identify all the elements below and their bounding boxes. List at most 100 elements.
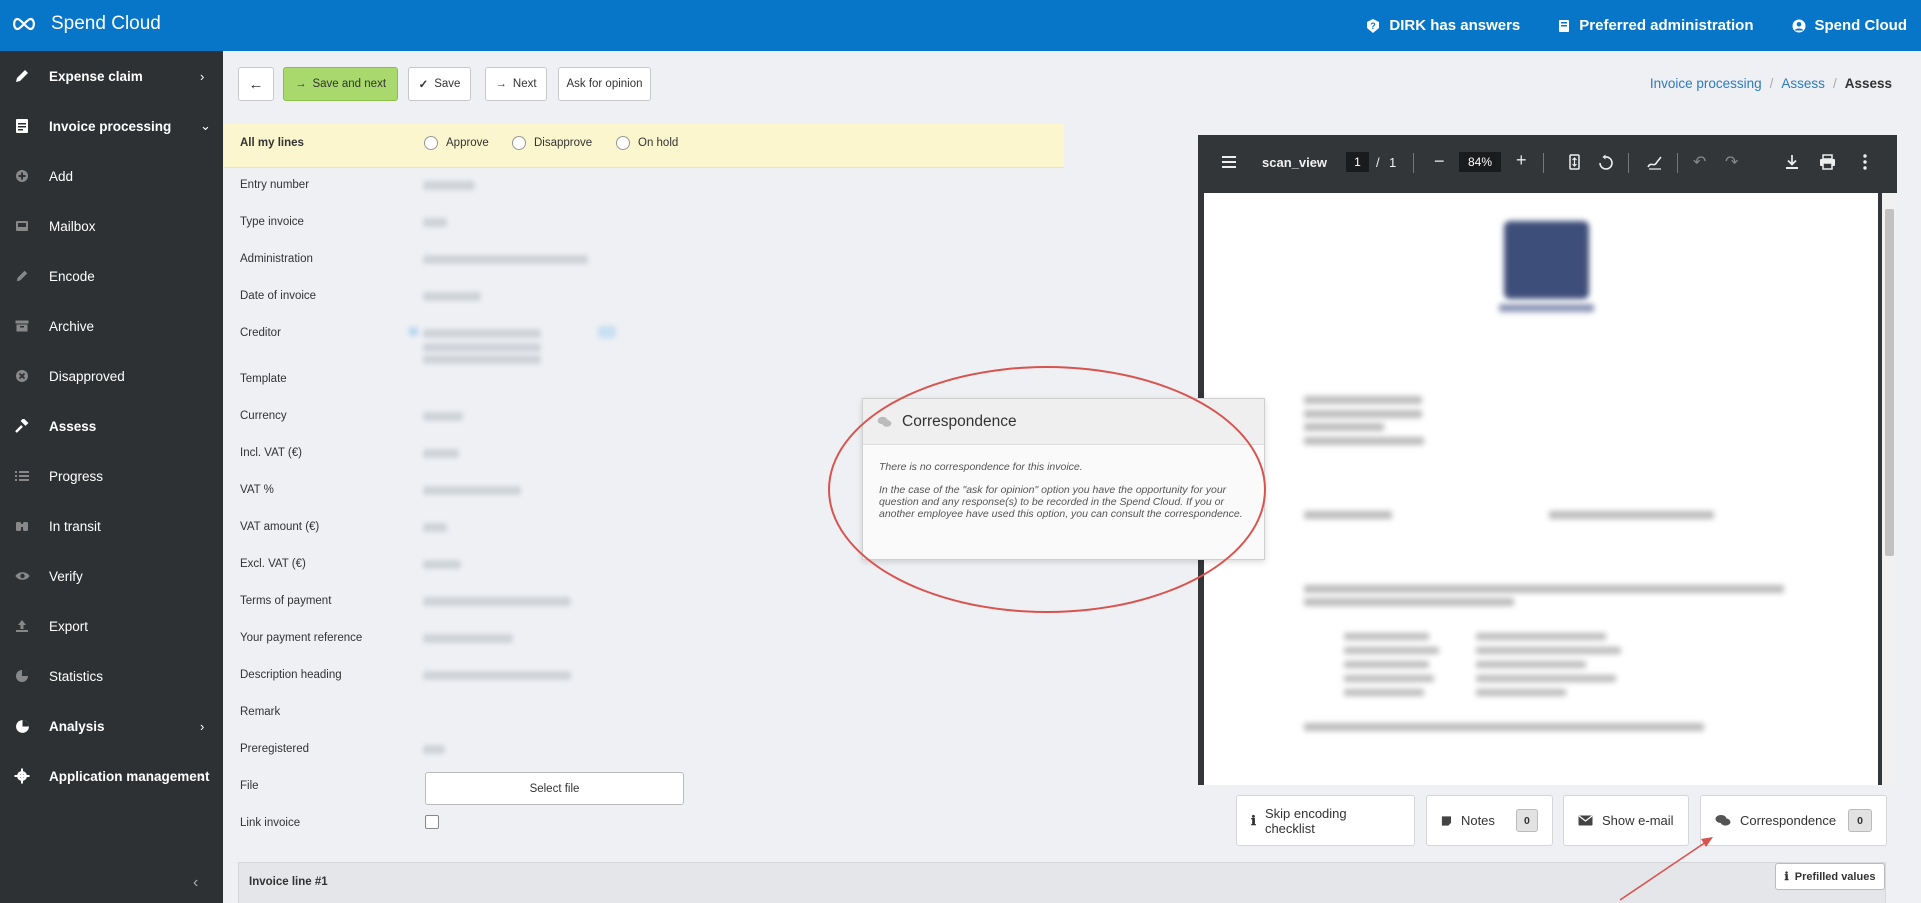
brand[interactable]: Spend Cloud xyxy=(11,13,161,35)
arrow-right-icon: → xyxy=(495,78,507,90)
blurred-text xyxy=(1304,410,1422,418)
sidebar-item-in-transit[interactable]: In transit xyxy=(0,501,223,551)
save-and-next-button[interactable]: → Save and next xyxy=(283,67,398,101)
collapse-sidebar-button[interactable]: ‹ xyxy=(193,874,198,892)
sidebar-item-statistics[interactable]: Statistics xyxy=(0,651,223,701)
ask-for-opinion-button[interactable]: Ask for opinion xyxy=(558,67,651,101)
sidebar-item-disapproved[interactable]: Disapproved xyxy=(0,351,223,401)
radio-circle[interactable] xyxy=(512,136,526,150)
page-number-input[interactable]: 1 xyxy=(1346,152,1369,172)
disapprove-radio[interactable]: Disapprove xyxy=(512,136,592,150)
blurred-value xyxy=(423,597,571,606)
blurred-text xyxy=(1304,598,1514,606)
sidebar-item-application-management[interactable]: Application management › xyxy=(0,751,223,801)
x-circle-icon xyxy=(14,368,30,384)
select-file-button[interactable]: Select file xyxy=(425,772,684,805)
save-label: Save xyxy=(434,78,461,90)
field-label-preregistered: Preregistered xyxy=(240,743,310,755)
breadcrumb: Invoice processing / Assess / Assess xyxy=(1650,76,1892,91)
approve-label: Approve xyxy=(446,137,489,149)
sidebar-item-verify[interactable]: Verify xyxy=(0,551,223,601)
field-label-description-heading: Description heading xyxy=(240,669,342,681)
sidebar-item-add[interactable]: Add xyxy=(0,151,223,201)
zoom-out-icon[interactable]: − xyxy=(1434,151,1445,172)
pdf-scrollbar[interactable] xyxy=(1882,193,1897,785)
blurred-value xyxy=(423,329,541,338)
arrow-left-icon: ← xyxy=(248,75,264,93)
print-icon[interactable] xyxy=(1819,154,1836,170)
sidebar-item-analysis[interactable]: Analysis › xyxy=(0,701,223,751)
breadcrumb-invoice-processing[interactable]: Invoice processing xyxy=(1650,76,1762,91)
archive-icon xyxy=(14,318,30,334)
sidebar-item-invoice-processing[interactable]: Invoice processing ⌄ xyxy=(0,101,223,151)
sidebar-item-export[interactable]: Export xyxy=(0,601,223,651)
pencil-icon xyxy=(14,268,30,284)
notes-button[interactable]: Notes 0 xyxy=(1426,795,1553,846)
redo-icon[interactable]: ↷ xyxy=(1725,152,1738,172)
all-my-lines-label: All my lines xyxy=(240,137,304,149)
company-logo xyxy=(1504,221,1589,299)
more-options-icon[interactable] xyxy=(1863,154,1867,170)
draw-icon[interactable] xyxy=(1647,155,1663,170)
sidebar-item-label: In transit xyxy=(49,518,101,534)
field-label-type-invoice: Type invoice xyxy=(240,216,304,228)
radio-circle[interactable] xyxy=(616,136,630,150)
sidebar-item-label: Statistics xyxy=(49,668,104,684)
field-label-link-invoice: Link invoice xyxy=(240,817,301,829)
sidebar-item-expense-claim[interactable]: Expense claim › xyxy=(0,51,223,101)
prefilled-values-label: Prefilled values xyxy=(1794,870,1876,883)
sidebar-item-mailbox[interactable]: Mailbox xyxy=(0,201,223,251)
sidebar-item-encode[interactable]: Encode xyxy=(0,251,223,301)
ask-for-opinion-label: Ask for opinion xyxy=(566,78,643,90)
sidebar-item-label: Archive xyxy=(49,318,95,334)
correspondence-button[interactable]: Correspondence 0 xyxy=(1700,795,1887,846)
rotate-icon[interactable] xyxy=(1597,154,1614,171)
menu-icon[interactable] xyxy=(1222,156,1236,168)
invoice-line-title: Invoice line #1 xyxy=(249,876,328,888)
link-invoice-checkbox[interactable] xyxy=(425,815,439,829)
radio-circle[interactable] xyxy=(424,136,438,150)
annotation-ellipse xyxy=(828,366,1266,613)
field-label-excl-vat: Excl. VAT (€) xyxy=(240,558,306,570)
zoom-level[interactable]: 84% xyxy=(1459,152,1501,172)
field-label-entry-number: Entry number xyxy=(240,179,310,191)
gavel-icon xyxy=(14,418,30,434)
top-bar: Spend Cloud ? DIRK has answers Preferred… xyxy=(0,0,1921,51)
sidebar-item-assess[interactable]: Assess xyxy=(0,401,223,451)
approve-radio[interactable]: Approve xyxy=(424,136,489,150)
user-menu[interactable]: Spend Cloud xyxy=(1792,17,1907,34)
fit-page-icon[interactable] xyxy=(1569,154,1580,170)
breadcrumb-assess[interactable]: Assess xyxy=(1781,76,1825,91)
preferred-administration-link[interactable]: Preferred administration xyxy=(1558,17,1754,34)
zoom-in-icon[interactable]: + xyxy=(1516,150,1527,171)
save-button[interactable]: ✓ Save xyxy=(408,67,471,101)
field-label-creditor: Creditor xyxy=(240,327,281,339)
disapprove-label: Disapprove xyxy=(534,137,593,149)
svg-text:?: ? xyxy=(1371,21,1377,31)
skip-encoding-checklist-button[interactable]: ℹ Skip encoding checklist xyxy=(1236,795,1415,846)
help-link[interactable]: ? DIRK has answers xyxy=(1366,17,1520,34)
field-label-file: File xyxy=(240,780,259,792)
next-button[interactable]: → Next xyxy=(485,67,547,101)
on-hold-radio[interactable]: On hold xyxy=(616,136,678,150)
blurred-value xyxy=(423,343,541,352)
pdf-viewer: scan_view 1 / 1 − 84% + ↶ ↷ xyxy=(1198,135,1897,785)
document-icon xyxy=(14,118,30,134)
blurred-text xyxy=(1344,661,1429,668)
chevron-right-icon: › xyxy=(200,718,205,734)
blurred-text xyxy=(1304,396,1422,404)
sidebar-item-progress[interactable]: Progress xyxy=(0,451,223,501)
download-icon[interactable] xyxy=(1785,154,1799,170)
back-button[interactable]: ← xyxy=(238,67,274,101)
show-email-button[interactable]: Show e-mail xyxy=(1563,795,1689,846)
prefilled-values-button[interactable]: ℹ Prefilled values xyxy=(1775,863,1885,890)
info-icon: ℹ xyxy=(1251,812,1256,828)
field-label-administration: Administration xyxy=(240,253,313,265)
undo-icon[interactable]: ↶ xyxy=(1693,152,1706,172)
scrollbar-thumb[interactable] xyxy=(1885,209,1894,556)
on-hold-label: On hold xyxy=(638,137,679,149)
sidebar-item-archive[interactable]: Archive xyxy=(0,301,223,351)
pencil-icon xyxy=(14,68,30,84)
blurred-value xyxy=(423,449,459,458)
toolbar-divider xyxy=(1413,153,1414,173)
